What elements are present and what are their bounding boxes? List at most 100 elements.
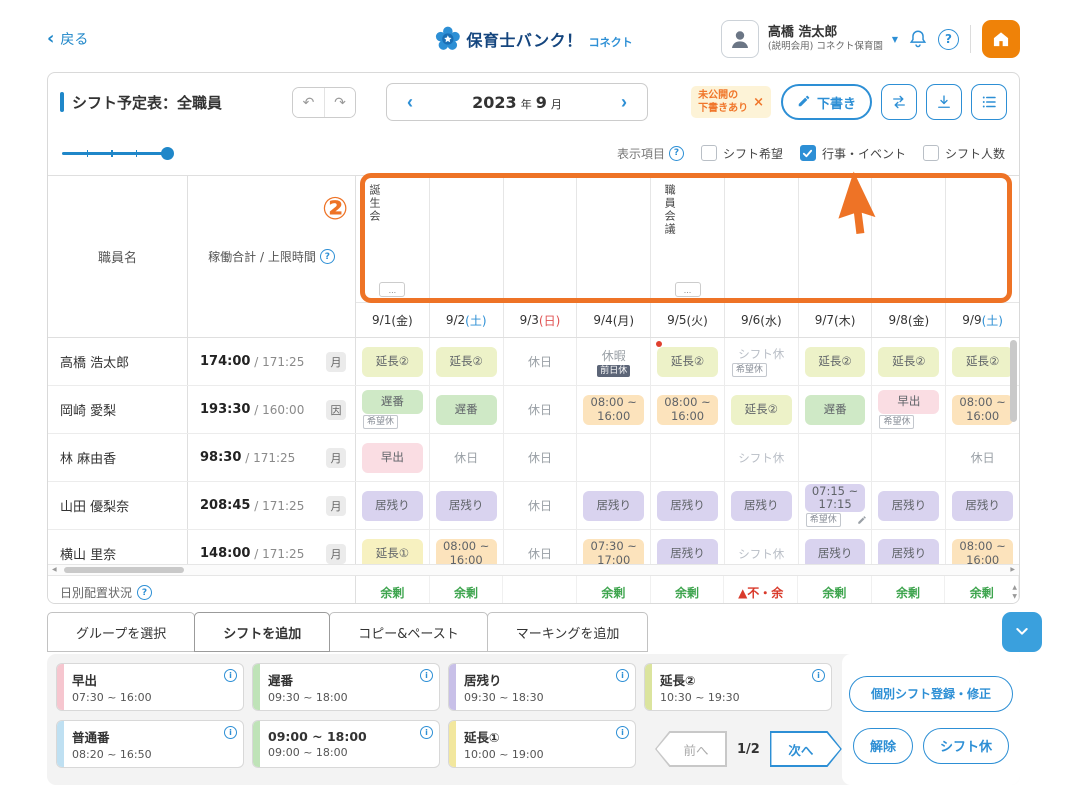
- shift-cell[interactable]: 08:00 ~ 16:00: [577, 386, 651, 433]
- shift-cell[interactable]: 延長②: [356, 338, 430, 385]
- shift-cell[interactable]: 居残り: [872, 530, 946, 564]
- shift-cell[interactable]: [577, 434, 651, 481]
- shift-cell[interactable]: シフト休: [725, 434, 799, 481]
- question-icon[interactable]: ?: [669, 146, 684, 161]
- event-cell[interactable]: [725, 176, 798, 303]
- zoom-slider[interactable]: [62, 146, 174, 160]
- shift-cell[interactable]: 居残り: [651, 482, 725, 529]
- tab-item[interactable]: グループを選択: [47, 612, 195, 652]
- shift-cell[interactable]: 早出希望休: [872, 386, 946, 433]
- horizontal-scrollbar[interactable]: ◀ ▶: [48, 564, 1019, 575]
- refresh-button[interactable]: [881, 84, 917, 120]
- shift-cell[interactable]: 居残り: [651, 530, 725, 564]
- close-icon[interactable]: ×: [753, 95, 764, 110]
- shift-cell[interactable]: 休日: [504, 338, 578, 385]
- event-cell[interactable]: [430, 176, 503, 303]
- shift-cell[interactable]: 休日: [504, 434, 578, 481]
- spin-up-icon[interactable]: ▲: [1012, 585, 1017, 591]
- shift-cell[interactable]: 休日: [504, 530, 578, 564]
- shift-cell[interactable]: 早出: [356, 434, 430, 481]
- palette-shift-card[interactable]: 遅番09:30 ~ 18:00i: [252, 663, 440, 711]
- shift-cell[interactable]: [799, 434, 873, 481]
- prev-month-button[interactable]: ‹: [387, 92, 433, 113]
- individual-shift-register-button[interactable]: 個別シフト登録・修正: [849, 676, 1013, 712]
- shift-cell[interactable]: 休日: [430, 434, 504, 481]
- shift-cell[interactable]: 07:15 ~ 17:15希望休: [799, 482, 873, 529]
- palette-shift-card[interactable]: 早出07:30 ~ 16:00i: [56, 663, 244, 711]
- question-icon[interactable]: ?: [137, 585, 152, 600]
- redo-button[interactable]: ↷: [324, 88, 355, 117]
- back-button[interactable]: ‹ 戻る: [47, 29, 88, 49]
- event-cell[interactable]: [504, 176, 577, 303]
- home-button[interactable]: [982, 20, 1020, 58]
- info-icon[interactable]: i: [224, 669, 237, 682]
- shift-cell[interactable]: 休日: [504, 386, 578, 433]
- user-avatar-icon[interactable]: [721, 20, 759, 58]
- filter-option[interactable]: シフト希望: [701, 145, 783, 162]
- palette-shift-card[interactable]: 普通番08:20 ~ 16:50i: [56, 720, 244, 768]
- tab-item[interactable]: マーキングを追加: [487, 612, 649, 652]
- shift-cell[interactable]: 延長①: [356, 530, 430, 564]
- event-cell[interactable]: 職員会議...: [651, 176, 724, 303]
- help-icon[interactable]: ?: [938, 29, 959, 50]
- palette-shift-card[interactable]: 居残り09:30 ~ 18:30i: [448, 663, 636, 711]
- tab-active[interactable]: シフトを追加: [194, 612, 330, 652]
- scroll-left-icon[interactable]: ◀: [52, 566, 57, 573]
- scrollbar-thumb[interactable]: [1010, 340, 1017, 422]
- info-icon[interactable]: i: [616, 669, 629, 682]
- shift-cell[interactable]: 居残り: [725, 482, 799, 529]
- shift-cell[interactable]: 延長②: [799, 338, 873, 385]
- event-more-button[interactable]: ...: [379, 282, 405, 297]
- shift-cell[interactable]: 延長②: [651, 338, 725, 385]
- tab-item[interactable]: コピー&ペースト: [329, 612, 488, 652]
- shift-cell[interactable]: シフト休希望休: [725, 338, 799, 385]
- shift-cell[interactable]: 08:00 ~ 16:00: [430, 530, 504, 564]
- pager-prev-button[interactable]: 前へ: [655, 731, 727, 767]
- shift-cell[interactable]: 居残り: [799, 530, 873, 564]
- info-icon[interactable]: i: [224, 726, 237, 739]
- event-cell[interactable]: [577, 176, 650, 303]
- slider-handle[interactable]: [161, 147, 174, 160]
- scroll-right-icon[interactable]: ▶: [1010, 566, 1015, 573]
- shift-cell[interactable]: [651, 434, 725, 481]
- next-month-button[interactable]: ›: [601, 92, 647, 113]
- info-icon[interactable]: i: [812, 669, 825, 682]
- shift-cell[interactable]: 遅番: [430, 386, 504, 433]
- bell-icon[interactable]: [907, 28, 929, 50]
- shift-cell[interactable]: 休日: [946, 434, 1019, 481]
- shift-cell[interactable]: 延長②: [946, 338, 1019, 385]
- collapse-panel-button[interactable]: [1002, 612, 1042, 652]
- shift-cell[interactable]: 遅番希望休: [356, 386, 430, 433]
- checkbox-icon[interactable]: [923, 145, 939, 161]
- shift-cell[interactable]: 遅番: [799, 386, 873, 433]
- vertical-scrollbar[interactable]: [1010, 340, 1017, 560]
- shift-cell[interactable]: シフト休: [725, 530, 799, 564]
- filter-option[interactable]: シフト人数: [923, 145, 1005, 162]
- checkbox-checked-icon[interactable]: [800, 145, 816, 161]
- shift-cell[interactable]: 居残り: [946, 482, 1019, 529]
- shift-cell[interactable]: 08:00 ~ 16:00: [946, 530, 1019, 564]
- filter-option[interactable]: 行事・イベント: [800, 145, 906, 162]
- shift-cell[interactable]: 休日: [504, 482, 578, 529]
- shift-cell[interactable]: [872, 434, 946, 481]
- info-icon[interactable]: i: [420, 726, 433, 739]
- event-cell[interactable]: [946, 176, 1019, 303]
- palette-shift-card[interactable]: 09:00 ~ 18:0009:00 ~ 18:00i: [252, 720, 440, 768]
- shift-off-button[interactable]: シフト休: [923, 728, 1009, 764]
- shift-cell[interactable]: 居残り: [356, 482, 430, 529]
- shift-cell[interactable]: 休暇前日休: [577, 338, 651, 385]
- palette-shift-card[interactable]: 延長①10:00 ~ 19:00i: [448, 720, 636, 768]
- shift-cell[interactable]: 08:00 ~ 16:00: [946, 386, 1019, 433]
- list-view-button[interactable]: [971, 84, 1007, 120]
- shift-cell[interactable]: 08:00 ~ 16:00: [651, 386, 725, 433]
- shift-cell[interactable]: 居残り: [430, 482, 504, 529]
- event-more-button[interactable]: ...: [675, 282, 701, 297]
- shift-cell[interactable]: 延長②: [725, 386, 799, 433]
- shift-cell[interactable]: 居残り: [577, 482, 651, 529]
- palette-shift-card[interactable]: 延長②10:30 ~ 19:30i: [644, 663, 832, 711]
- shift-cell[interactable]: 居残り: [872, 482, 946, 529]
- question-icon[interactable]: ?: [320, 249, 335, 264]
- undo-button[interactable]: ↶: [293, 88, 324, 117]
- shift-cell[interactable]: 07:30 ~ 17:00: [577, 530, 651, 564]
- draft-button[interactable]: 下書き: [781, 84, 872, 120]
